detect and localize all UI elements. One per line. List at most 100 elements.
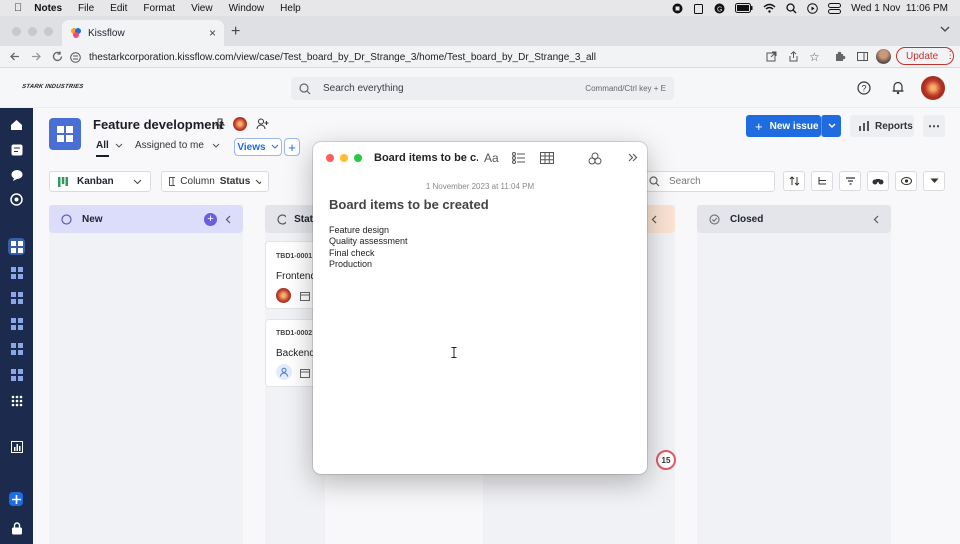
menu-edit[interactable]: Edit: [110, 3, 127, 14]
notification-count-badge[interactable]: 15: [656, 450, 676, 470]
group-button[interactable]: [811, 171, 833, 191]
checklist-icon[interactable]: [512, 152, 526, 164]
filter-button[interactable]: [839, 171, 861, 191]
wifi-icon[interactable]: [763, 3, 776, 13]
new-tab-icon[interactable]: +: [231, 23, 240, 41]
explore-icon[interactable]: [8, 191, 25, 208]
app-grid-icon[interactable]: [8, 366, 25, 383]
format-text-button[interactable]: Aa: [484, 151, 499, 165]
sort-button[interactable]: [783, 171, 805, 191]
column-select[interactable]: Column Status: [161, 171, 269, 192]
chevron-left-icon[interactable]: [873, 215, 879, 224]
note-body[interactable]: Feature design Quality assessment Final …: [329, 225, 408, 271]
more-options-button[interactable]: ⋯: [923, 115, 945, 137]
hide-fields-button[interactable]: [867, 171, 889, 191]
app-grid-icon[interactable]: [8, 264, 25, 281]
app-grid-icon[interactable]: [8, 289, 25, 306]
column-new-header[interactable]: New +: [49, 205, 243, 233]
record-icon[interactable]: [672, 3, 683, 14]
new-issue-dropdown-button[interactable]: [821, 115, 841, 137]
add-member-icon[interactable]: [256, 118, 269, 130]
kebab-menu-icon[interactable]: ⋮: [945, 51, 955, 61]
spotlight-icon[interactable]: [786, 2, 797, 14]
open-external-icon[interactable]: [766, 51, 777, 62]
chevron-left-icon[interactable]: [651, 215, 657, 224]
add-view-button[interactable]: +: [284, 138, 300, 156]
minimize-window-button[interactable]: [340, 154, 348, 162]
expand-chevrons-icon[interactable]: [628, 153, 638, 162]
extensions-puzzle-icon[interactable]: [835, 51, 846, 62]
menu-view[interactable]: View: [191, 3, 213, 14]
battery-icon[interactable]: [735, 3, 753, 13]
more-toolbar-button[interactable]: [923, 171, 945, 191]
reports-button[interactable]: Reports: [850, 115, 914, 137]
grammarly-icon[interactable]: G: [714, 3, 725, 14]
calendar-icon[interactable]: [300, 291, 310, 301]
view-select[interactable]: Kanban: [49, 171, 151, 192]
site-info-icon[interactable]: [70, 51, 81, 63]
tab-assigned-to-me[interactable]: Assigned to me: [135, 140, 220, 151]
assign-user-icon[interactable]: [276, 364, 292, 380]
forward-arrow-icon[interactable]: [31, 51, 42, 62]
menubar-clock[interactable]: Wed 1 Nov 11:06 PM: [851, 3, 948, 14]
board-search-input[interactable]: Search: [640, 171, 775, 192]
help-icon[interactable]: ?: [857, 81, 871, 95]
browser-tab-kissflow[interactable]: Kissflow ×: [62, 20, 224, 46]
share-icon[interactable]: [788, 51, 799, 62]
maximize-window-button[interactable]: [354, 154, 362, 162]
user-avatar[interactable]: [921, 76, 945, 100]
calendar-icon[interactable]: [300, 368, 310, 378]
apple-icon[interactable]: : [14, 2, 22, 14]
all-apps-icon[interactable]: [8, 392, 25, 409]
tab-all[interactable]: All: [96, 140, 123, 151]
menu-app-name[interactable]: Notes: [34, 3, 62, 14]
clipboard-icon[interactable]: [693, 3, 704, 14]
reload-icon[interactable]: [52, 51, 63, 62]
views-button[interactable]: Views: [234, 138, 282, 156]
chat-icon[interactable]: [8, 166, 25, 183]
stark-industries-logo[interactable]: STARK INDUSTRIES: [21, 84, 83, 90]
lock-icon[interactable]: [8, 520, 25, 537]
control-center-icon[interactable]: [828, 2, 842, 14]
minimize-window-button[interactable]: [28, 27, 37, 36]
analytics-icon[interactable]: [8, 438, 25, 455]
menu-file[interactable]: File: [78, 3, 94, 14]
pin-icon[interactable]: [214, 118, 226, 130]
create-plus-icon[interactable]: [9, 492, 23, 506]
notification-bell-icon[interactable]: [891, 80, 905, 95]
menu-window[interactable]: Window: [229, 3, 265, 14]
note-heading[interactable]: Board items to be created: [329, 197, 489, 212]
menu-format[interactable]: Format: [143, 3, 175, 14]
menu-help[interactable]: Help: [280, 3, 301, 14]
owner-avatar[interactable]: [233, 117, 247, 131]
plus-icon: +: [755, 118, 763, 134]
close-window-button[interactable]: [326, 154, 334, 162]
home-icon[interactable]: [8, 116, 25, 133]
global-search-input[interactable]: Search everything Command/Ctrl key + E: [291, 77, 674, 100]
board-app-icon-active[interactable]: [8, 238, 25, 255]
close-tab-icon[interactable]: ×: [209, 26, 216, 40]
update-button[interactable]: Update ⋮: [896, 47, 955, 65]
url-field[interactable]: thestarkcorporation.kissflow.com/view/ca…: [70, 47, 838, 67]
add-item-icon[interactable]: +: [204, 212, 217, 226]
new-issue-button[interactable]: + New issue: [746, 115, 821, 137]
sidebar-toggle-icon[interactable]: [857, 51, 868, 62]
table-icon[interactable]: [540, 152, 554, 164]
app-grid-icon[interactable]: [8, 315, 25, 332]
board-app-icon: [49, 118, 81, 150]
view-settings-button[interactable]: [895, 171, 917, 191]
bookmark-star-icon[interactable]: ☆: [809, 50, 820, 64]
tasks-icon[interactable]: [8, 141, 25, 158]
tab-list-chevron-icon[interactable]: [940, 25, 950, 33]
profile-avatar[interactable]: [876, 49, 891, 64]
collaborate-icon[interactable]: [588, 151, 602, 165]
assignee-avatar[interactable]: [276, 288, 291, 303]
chevron-left-icon[interactable]: [225, 215, 231, 224]
app-grid-icon[interactable]: [8, 340, 25, 357]
column-closed-header[interactable]: Closed: [697, 205, 891, 233]
back-arrow-icon[interactable]: [9, 51, 20, 62]
page-title: Feature development: [93, 117, 224, 132]
play-icon[interactable]: [807, 2, 818, 14]
close-window-button[interactable]: [12, 27, 21, 36]
maximize-window-button[interactable]: [44, 27, 53, 36]
